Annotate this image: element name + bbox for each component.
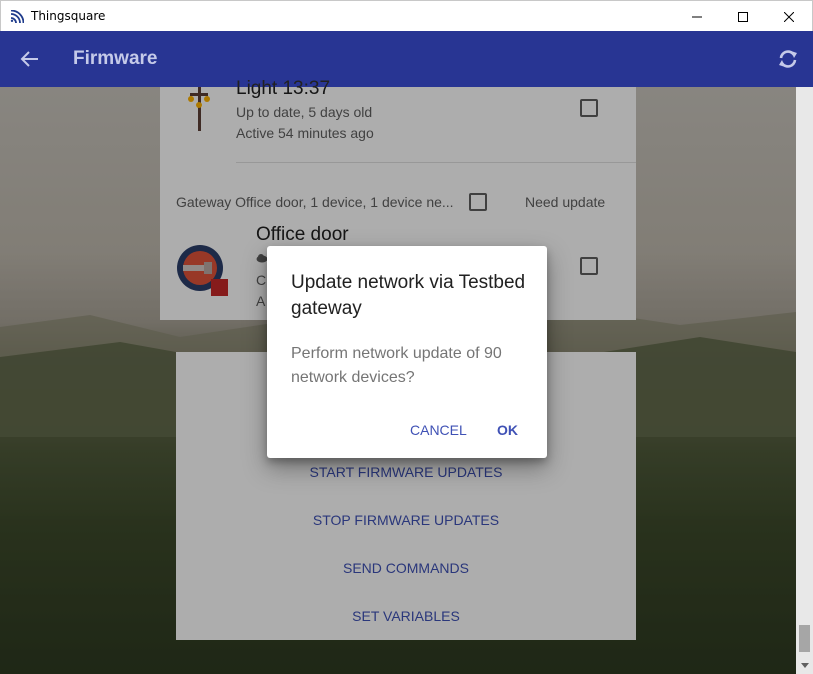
vertical-scrollbar[interactable] (796, 87, 813, 674)
cancel-button[interactable]: CANCEL (410, 422, 467, 438)
ok-button[interactable]: OK (497, 422, 518, 438)
maximize-button[interactable] (720, 1, 766, 32)
wifi-signal-icon (10, 10, 24, 24)
window-titlebar: Thingsquare (0, 0, 813, 31)
scrollbar-thumb[interactable] (799, 625, 810, 652)
close-icon (784, 11, 794, 22)
page-title: Firmware (73, 48, 158, 69)
arrow-left-icon[interactable] (16, 47, 44, 71)
minimize-button[interactable] (674, 1, 720, 32)
maximize-icon (738, 11, 748, 22)
close-button[interactable] (766, 1, 812, 32)
app-toolbar: Firmware (0, 31, 813, 87)
minimize-icon (692, 16, 702, 17)
scroll-down-button[interactable] (796, 657, 813, 674)
dialog-title: Update network via Testbed gateway (291, 272, 526, 319)
refresh-icon[interactable] (776, 47, 800, 71)
dialog-message: Perform network update of 90 network dev… (291, 345, 502, 386)
update-network-dialog: Update network via Testbed gateway Perfo… (267, 246, 547, 458)
window-title: Thingsquare (31, 9, 106, 23)
chevron-down-icon (800, 663, 809, 668)
